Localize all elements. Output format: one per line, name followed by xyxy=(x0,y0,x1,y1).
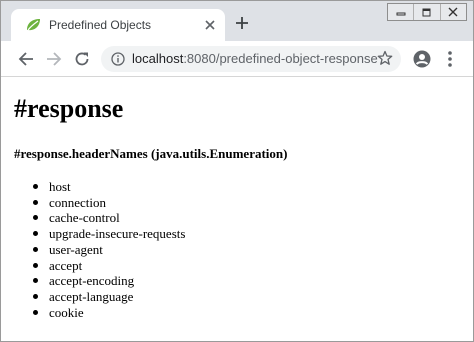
page-title: #response xyxy=(14,94,124,123)
window-controls xyxy=(387,3,467,21)
list-item: user-agent xyxy=(31,242,185,258)
list-item: accept xyxy=(31,258,185,274)
close-tab-icon[interactable] xyxy=(204,19,216,31)
tab-title: Predefined Objects xyxy=(49,18,152,32)
bookmark-star-icon[interactable] xyxy=(377,50,393,66)
close-icon xyxy=(448,7,458,17)
list-item: connection xyxy=(31,195,185,211)
restore-button[interactable] xyxy=(414,4,441,20)
url-host: localhost xyxy=(132,51,184,66)
reload-icon[interactable] xyxy=(74,51,90,67)
list-item: cache-control xyxy=(31,210,185,226)
url-text: localhost:8080/predefined-object-respons… xyxy=(132,51,378,66)
header-names-list: host connection cache-control upgrade-in… xyxy=(31,179,185,320)
spring-leaf-icon xyxy=(27,19,40,31)
account-icon[interactable] xyxy=(413,50,431,68)
page-content: #response #response.headerNames (java.ut… xyxy=(1,78,473,341)
new-tab-button[interactable] xyxy=(235,16,249,30)
browser-toolbar: localhost:8080/predefined-object-respons… xyxy=(1,41,473,77)
list-item: cookie xyxy=(31,305,185,321)
back-arrow-icon[interactable] xyxy=(18,51,34,67)
list-item: host xyxy=(31,179,185,195)
browser-window: Predefined Objects localhost:8080/predef… xyxy=(0,0,474,342)
forward-arrow-icon[interactable] xyxy=(46,51,62,67)
list-item: upgrade-insecure-requests xyxy=(31,226,185,242)
section-heading: #response.headerNames (java.utils.Enumer… xyxy=(14,146,288,161)
url-path: :8080/predefined-object-response xyxy=(183,51,378,66)
kebab-menu-icon[interactable] xyxy=(447,50,453,68)
info-icon[interactable] xyxy=(111,52,125,66)
address-bar[interactable]: localhost:8080/predefined-object-respons… xyxy=(101,46,401,72)
list-item: accept-encoding xyxy=(31,273,185,289)
restore-icon xyxy=(422,8,431,17)
list-item: accept-language xyxy=(31,289,185,305)
tab-strip: Predefined Objects xyxy=(1,1,473,41)
minimize-button[interactable] xyxy=(388,4,415,20)
tab-predefined-objects[interactable]: Predefined Objects xyxy=(11,9,225,41)
minimize-icon xyxy=(396,12,406,16)
close-window-button[interactable] xyxy=(441,4,466,20)
